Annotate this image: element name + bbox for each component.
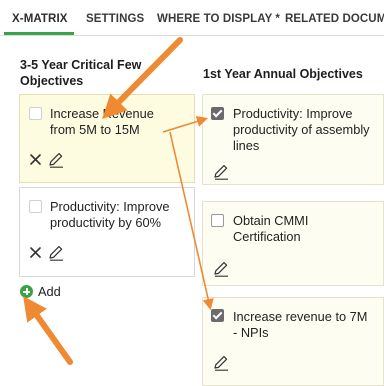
tab-bar: X-MATRIX SETTINGS WHERE TO DISPLAY * REL…: [0, 0, 384, 36]
plus-circle-icon: [20, 285, 33, 298]
objective-label: Productivity: Improve productivity by 60…: [50, 199, 170, 230]
pencil-icon[interactable]: [47, 151, 65, 169]
close-icon[interactable]: [29, 153, 42, 166]
objective-label: Increase Revenue from 5M to 15M: [50, 106, 154, 137]
right-column-heading: 1st Year Annual Objectives: [203, 67, 363, 81]
close-icon[interactable]: [29, 246, 42, 259]
left-column-heading: 3-5 Year Critical Few Objectives: [20, 58, 142, 88]
annual-objective-checkbox[interactable]: [211, 107, 224, 120]
objective-checkbox[interactable]: [29, 200, 42, 213]
tab-where-to-display[interactable]: WHERE TO DISPLAY *: [157, 0, 280, 35]
annual-objective-card[interactable]: Productivity: Improve productivity of as…: [202, 94, 384, 185]
annual-objective-label: Increase revenue to 7M - NPIs: [233, 309, 368, 340]
pencil-icon[interactable]: [212, 163, 230, 181]
objective-card[interactable]: Increase Revenue from 5M to 15M: [19, 94, 195, 183]
pencil-icon[interactable]: [212, 354, 230, 372]
annual-objective-label: Obtain CMMI Certification: [233, 213, 309, 244]
add-label: Add: [38, 284, 61, 299]
pencil-icon[interactable]: [212, 260, 230, 278]
annual-objective-label: Productivity: Improve productivity of as…: [233, 106, 370, 153]
tab-x-matrix[interactable]: X-MATRIX: [12, 0, 68, 35]
tab-related-documents[interactable]: RELATED DOCUMENTS: [285, 0, 384, 35]
objective-card[interactable]: Productivity: Improve productivity by 60…: [19, 187, 195, 277]
tab-settings[interactable]: SETTINGS: [86, 0, 144, 35]
annual-objective-card[interactable]: Increase revenue to 7M - NPIs: [202, 297, 384, 386]
pencil-icon[interactable]: [47, 244, 65, 262]
annual-objective-card[interactable]: Obtain CMMI Certification: [202, 201, 384, 286]
objective-checkbox[interactable]: [29, 107, 42, 120]
annual-objective-checkbox[interactable]: [211, 309, 224, 322]
annual-objective-checkbox[interactable]: [211, 214, 224, 227]
annotation-arrow-add: [23, 296, 73, 365]
active-tab-indicator: [4, 32, 74, 35]
